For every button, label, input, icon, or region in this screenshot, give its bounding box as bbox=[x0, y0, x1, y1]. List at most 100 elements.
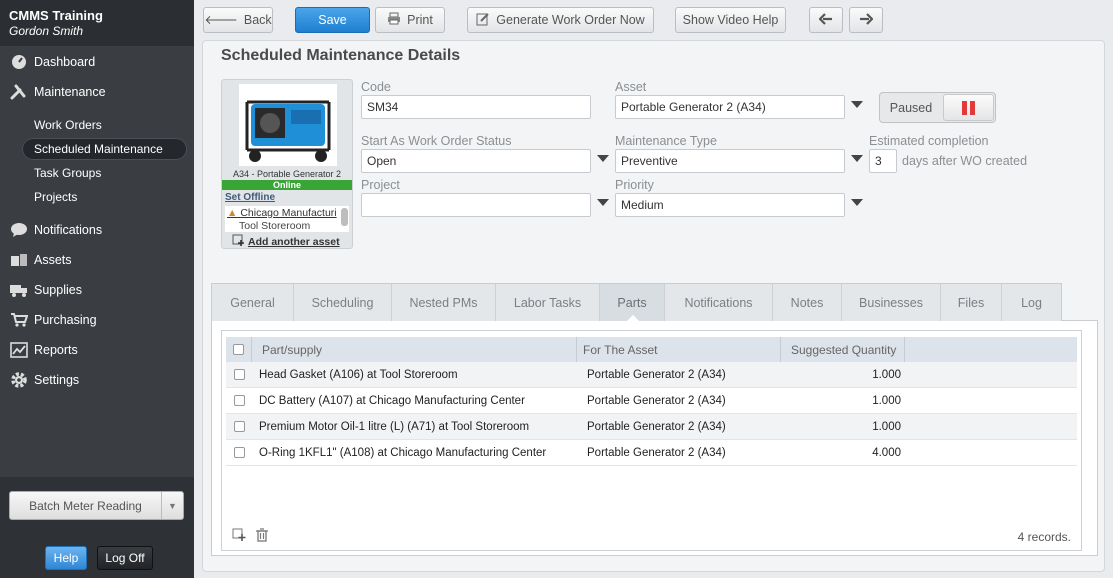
chat-icon bbox=[9, 221, 29, 239]
table-row[interactable]: DC Battery (A107) at Chicago Manufacturi… bbox=[226, 388, 1077, 414]
maintenance-type-select[interactable]: Preventive bbox=[615, 149, 845, 173]
row-checkbox[interactable] bbox=[233, 447, 245, 458]
maintenance-type-label: Maintenance Type bbox=[615, 134, 717, 148]
asset-location-list[interactable]: ▲ Chicago Manufacturi Tool Storeroom bbox=[224, 205, 350, 233]
save-button[interactable]: Save bbox=[295, 7, 370, 33]
sidebar-item-label: Assets bbox=[34, 253, 72, 267]
start-status-select[interactable]: Open bbox=[361, 149, 591, 173]
sidebar-item-notifications[interactable]: Notifications bbox=[0, 216, 194, 244]
truck-icon bbox=[9, 281, 29, 299]
gear-icon bbox=[9, 371, 29, 389]
row-checkbox[interactable] bbox=[233, 395, 245, 406]
sidebar-subitem-work-orders[interactable]: Work Orders bbox=[22, 114, 187, 136]
sidebar-item-maintenance[interactable]: Maintenance bbox=[0, 78, 194, 106]
back-button[interactable]: 🡐 Back bbox=[203, 7, 273, 33]
asset-cell: Portable Generator 2 (A34) bbox=[587, 394, 726, 407]
print-label: Print bbox=[407, 13, 433, 27]
sidebar-subitem-projects[interactable]: Projects bbox=[22, 186, 187, 208]
sidebar-item-label: Maintenance bbox=[34, 85, 106, 99]
previous-record-button[interactable] bbox=[809, 7, 843, 33]
asset-cell: Portable Generator 2 (A34) bbox=[587, 446, 726, 459]
part-supply-cell: O-Ring 1KFL1" (A108) at Chicago Manufact… bbox=[259, 446, 547, 459]
sidebar-item-reports[interactable]: Reports bbox=[0, 336, 194, 364]
show-video-help-button[interactable]: Show Video Help bbox=[675, 7, 786, 33]
code-field[interactable]: SM34 bbox=[361, 95, 591, 119]
tab-notes[interactable]: Notes bbox=[773, 284, 842, 321]
row-checkbox[interactable] bbox=[233, 369, 245, 380]
next-record-button[interactable] bbox=[849, 7, 883, 33]
table-row[interactable]: O-Ring 1KFL1" (A108) at Chicago Manufact… bbox=[226, 440, 1077, 466]
start-status-caret-icon[interactable] bbox=[597, 155, 609, 162]
column-header-suggested-quantity[interactable]: Suggested Quantity bbox=[781, 337, 905, 362]
asset-select[interactable]: Portable Generator 2 (A34) bbox=[615, 95, 845, 119]
generate-work-order-button[interactable]: Generate Work Order Now bbox=[467, 7, 654, 33]
printer-icon bbox=[387, 12, 401, 28]
estimated-completion-label: Estimated completion bbox=[869, 134, 989, 148]
paused-toggle[interactable]: Paused bbox=[879, 92, 996, 123]
tab-labor-tasks[interactable]: Labor Tasks bbox=[496, 284, 600, 321]
location-scrollbar[interactable] bbox=[341, 208, 348, 226]
project-select[interactable] bbox=[361, 193, 591, 217]
cart-icon bbox=[9, 311, 29, 329]
sidebar-item-supplies[interactable]: Supplies bbox=[0, 276, 194, 304]
start-status-label: Start As Work Order Status bbox=[361, 134, 512, 148]
table-row[interactable]: Premium Motor Oil-1 litre (L) (A71) at T… bbox=[226, 414, 1077, 440]
sidebar-item-settings[interactable]: Settings bbox=[0, 366, 194, 394]
column-header-for-the-asset[interactable]: For The Asset bbox=[577, 337, 781, 362]
generate-work-order-label: Generate Work Order Now bbox=[496, 13, 645, 27]
tab-log[interactable]: Log bbox=[1002, 284, 1061, 321]
asset-dropdown-caret-icon[interactable] bbox=[851, 101, 863, 108]
tab-businesses[interactable]: Businesses bbox=[842, 284, 941, 321]
part-supply-cell: Head Gasket (A106) at Tool Storeroom bbox=[259, 368, 458, 381]
sidebar-item-label: Settings bbox=[34, 373, 80, 387]
select-all-checkbox[interactable] bbox=[233, 344, 244, 355]
records-count: 4 records. bbox=[1017, 530, 1071, 544]
boxes-icon bbox=[9, 251, 29, 269]
edit-icon bbox=[476, 12, 490, 29]
priority-label: Priority bbox=[615, 178, 654, 192]
priority-caret-icon[interactable] bbox=[851, 199, 863, 206]
active-tab-indicator bbox=[626, 315, 640, 322]
dashboard-icon bbox=[9, 53, 29, 71]
trash-icon[interactable] bbox=[254, 527, 270, 543]
chart-icon bbox=[9, 341, 29, 359]
batch-meter-reading-button[interactable]: Batch Meter Reading ▼ bbox=[9, 491, 184, 520]
maintenance-type-caret-icon[interactable] bbox=[851, 155, 863, 162]
project-caret-icon[interactable] bbox=[597, 199, 609, 206]
table-row[interactable]: Head Gasket (A106) at Tool Storeroom Por… bbox=[226, 362, 1077, 388]
sidebar-subitem-scheduled-maintenance[interactable]: Scheduled Maintenance bbox=[22, 138, 187, 160]
brand-header: CMMS Training Gordon Smith bbox=[0, 0, 194, 46]
part-supply-cell: Premium Motor Oil-1 litre (L) (A71) at T… bbox=[259, 420, 530, 433]
grid-header: Part/supply For The Asset Suggested Quan… bbox=[226, 337, 1077, 362]
pause-icon bbox=[943, 94, 994, 121]
column-header-part-supply[interactable]: Part/supply bbox=[252, 337, 577, 362]
tab-notifications[interactable]: Notifications bbox=[665, 284, 773, 321]
print-button[interactable]: Print bbox=[375, 7, 445, 33]
quantity-cell: 1.000 bbox=[872, 368, 901, 381]
sidebar-item-dashboard[interactable]: Dashboard bbox=[0, 48, 194, 76]
tab-nested-pms[interactable]: Nested PMs bbox=[392, 284, 496, 321]
quantity-cell: 4.000 bbox=[872, 446, 901, 459]
chevron-down-icon[interactable]: ▼ bbox=[161, 492, 183, 519]
estimated-completion-suffix: days after WO created bbox=[902, 154, 1028, 168]
priority-select[interactable]: Medium bbox=[615, 193, 845, 217]
add-row-icon[interactable] bbox=[231, 527, 247, 543]
log-off-button[interactable]: Log Off bbox=[97, 546, 153, 570]
help-button[interactable]: Help bbox=[45, 546, 87, 570]
estimated-completion-input[interactable]: 3 bbox=[869, 149, 897, 173]
location-link[interactable]: ▲ Chicago Manufacturi bbox=[227, 207, 337, 219]
tab-files[interactable]: Files bbox=[941, 284, 1002, 321]
batch-meter-reading-label: Batch Meter Reading bbox=[29, 498, 142, 513]
row-checkbox[interactable] bbox=[233, 421, 245, 432]
tab-general[interactable]: General bbox=[212, 284, 294, 321]
project-label: Project bbox=[361, 178, 400, 192]
set-offline-link[interactable]: Set Offline bbox=[225, 192, 275, 203]
sidebar-subitem-task-groups[interactable]: Task Groups bbox=[22, 162, 187, 184]
sidebar-item-assets[interactable]: Assets bbox=[0, 246, 194, 274]
sidebar-item-purchasing[interactable]: Purchasing bbox=[0, 306, 194, 334]
add-another-asset-link[interactable]: Add another asset bbox=[232, 234, 340, 250]
tab-scheduling[interactable]: Scheduling bbox=[294, 284, 392, 321]
user-name: Gordon Smith bbox=[9, 24, 84, 38]
quantity-cell: 1.000 bbox=[872, 394, 901, 407]
paused-label: Paused bbox=[889, 100, 933, 115]
